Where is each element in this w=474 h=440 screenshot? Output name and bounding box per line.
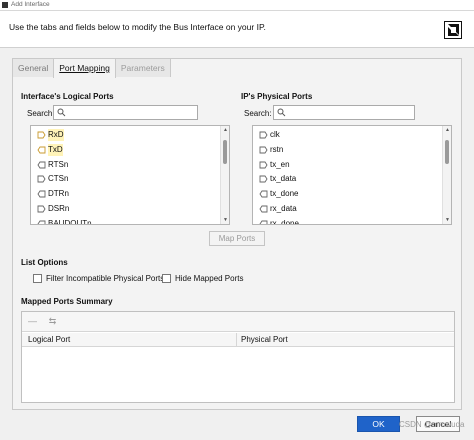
logical-port-label: RTSn [48,159,69,169]
logical-port-label: DTRn [48,189,69,199]
logical-port-label: RxD [48,129,64,141]
list-item[interactable]: rstn [259,144,283,156]
map-ports-button[interactable]: Map Ports [209,231,265,246]
tab-general[interactable]: General [12,58,55,77]
physical-port-label: rx_data [270,204,297,213]
hide-mapped-checkbox[interactable] [162,274,171,283]
physical-list-scrollbar[interactable]: ▲ ▼ [442,126,451,224]
output-port-icon [259,220,268,224]
output-port-icon [37,146,46,154]
filter-incompatible-checkbox[interactable] [33,274,42,283]
logical-ports-title: Interface's Logical Ports [21,92,114,101]
auto-map-icon[interactable]: ⇆ [47,316,58,327]
scroll-thumb[interactable] [445,140,449,164]
logical-port-label: TxD [48,143,63,156]
list-item[interactable]: DTRn [37,188,69,200]
physical-port-label: clk [270,130,280,139]
logical-port-label: CTSn [48,174,69,184]
hide-mapped-checkbox-row[interactable]: Hide Mapped Ports [162,274,243,283]
app-icon [2,2,8,8]
dialog-header: Use the tabs and fields below to modify … [0,11,474,48]
window-titlebar: Add Interface [0,0,474,11]
amd-logo-icon [444,21,462,39]
input-port-icon [259,146,268,154]
watermark-text: CSDN @mmwuda [399,420,465,429]
physical-ports-title: IP's Physical Ports [241,92,313,101]
mapped-ports-table: — ⇆ Logical Port Physical Port [21,311,455,403]
search-icon [277,108,286,117]
output-port-icon [37,190,46,198]
physical-search-label: Search: [244,109,272,118]
input-port-icon [37,175,46,183]
list-options-title: List Options [21,258,68,267]
filter-incompatible-label: Filter Incompatible Physical Ports [46,274,165,283]
tab-bar: General Port Mapping Parameters [12,58,171,78]
logical-list-scrollbar[interactable]: ▲ ▼ [220,126,229,224]
column-header-physical-port[interactable]: Physical Port [241,335,288,344]
summary-toolbar: — ⇆ [22,312,454,332]
list-item[interactable]: RxD [37,129,64,141]
logical-port-label: BAUDOUTn [48,218,92,225]
output-port-icon [37,220,46,224]
scroll-up-icon[interactable]: ▲ [223,128,228,133]
list-item[interactable]: DSRn [37,203,69,215]
summary-table-header: Logical Port Physical Port [22,333,454,347]
filter-incompatible-checkbox-row[interactable]: Filter Incompatible Physical Ports [33,274,164,283]
input-port-icon [259,131,268,139]
window-title: Add Interface [11,1,50,8]
column-divider [236,333,237,347]
list-item[interactable]: rx_data [259,203,297,215]
list-item[interactable]: tx_data [259,173,296,185]
hide-mapped-label: Hide Mapped Ports [175,274,244,283]
scroll-down-icon[interactable]: ▼ [223,218,228,223]
scroll-thumb[interactable] [223,140,227,164]
input-port-icon [259,161,268,169]
physical-ports-list[interactable]: ▲ ▼ clk rstn tx_en tx_data tx_done rx_data rx_… [252,125,452,225]
search-icon [57,108,66,117]
column-header-logical-port[interactable]: Logical Port [28,335,70,344]
output-port-icon [37,161,46,169]
physical-port-label: tx_en [270,159,290,169]
physical-search-input[interactable] [273,105,415,120]
list-item[interactable]: tx_done [259,188,298,200]
logical-search-label: Search: [27,109,55,118]
remove-icon[interactable]: — [27,316,38,327]
tab-parameters: Parameters [114,58,171,77]
list-item[interactable]: clk [259,129,280,141]
physical-port-label: rx_done [270,218,299,225]
physical-port-label: tx_done [270,189,299,199]
logical-ports-list[interactable]: ▲ ▼ RxD TxD RTSn CTSn DTRn DSRn BAUDOUTn [30,125,230,225]
output-port-icon [259,190,268,198]
list-item[interactable]: TxD [37,143,63,156]
logical-port-label: DSRn [48,204,70,213]
list-item[interactable]: RTSn [37,159,68,171]
ok-button[interactable]: OK [357,416,400,432]
scroll-up-icon[interactable]: ▲ [445,128,450,133]
instruction-text: Use the tabs and fields below to modify … [9,22,266,32]
input-port-icon [259,175,268,183]
mapped-summary-title: Mapped Ports Summary [21,297,113,306]
logical-search-input[interactable] [53,105,198,120]
physical-port-label: rstn [270,144,284,154]
list-item[interactable]: tx_en [259,159,290,171]
list-item[interactable]: BAUDOUTn [37,218,92,225]
tab-port-mapping[interactable]: Port Mapping [53,58,116,78]
input-port-icon [37,205,46,213]
list-item[interactable]: rx_done [259,218,299,225]
output-port-icon [259,205,268,213]
input-port-icon [37,131,46,139]
scroll-down-icon[interactable]: ▼ [445,218,450,223]
list-item[interactable]: CTSn [37,173,68,185]
physical-port-label: tx_data [270,174,297,184]
